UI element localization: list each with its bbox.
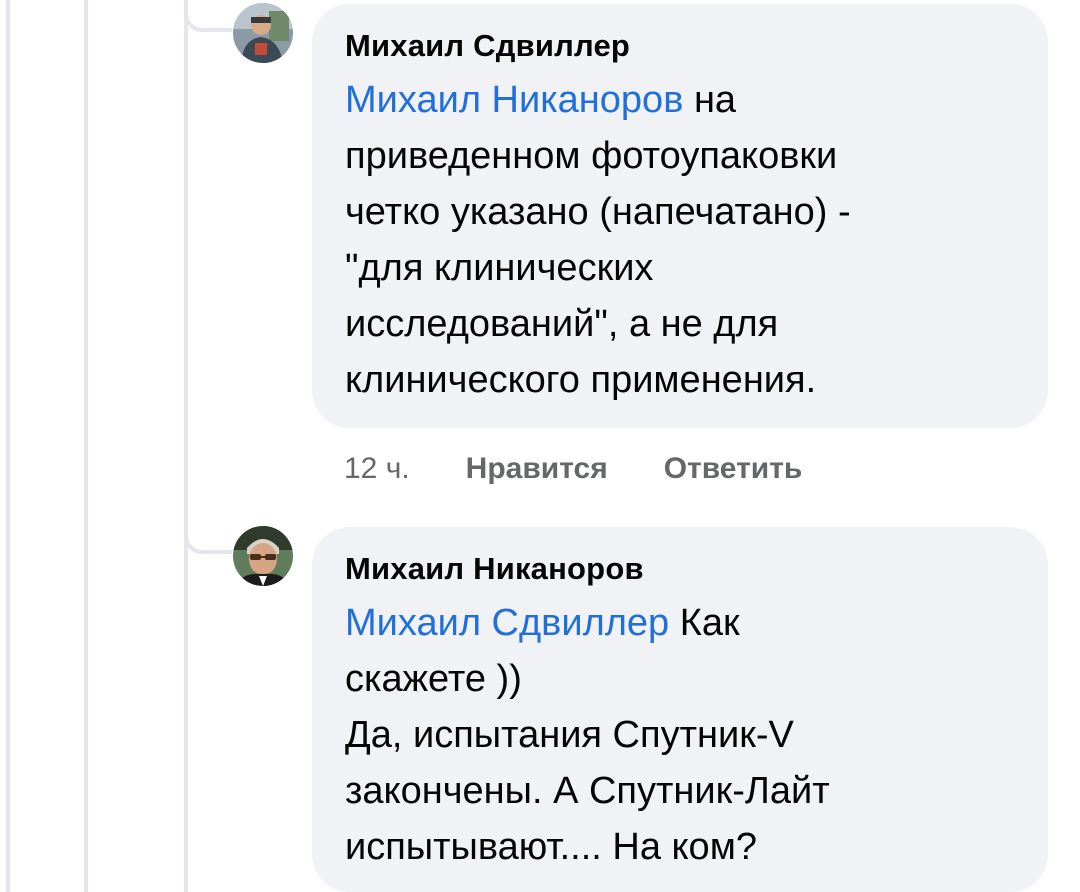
comment-author[interactable]: Михаил Никаноров xyxy=(345,549,1014,589)
thread-line xyxy=(6,0,10,892)
comment-bubble: Михаил Никаноров Михаил Сдвиллер Как ска… xyxy=(312,527,1048,892)
avatar-mikhail-nikanorov[interactable] xyxy=(233,526,293,586)
thread-connector xyxy=(184,0,232,32)
thread-line xyxy=(84,0,88,892)
comment-author[interactable]: Михаил Сдвиллер xyxy=(345,26,1014,66)
thread-connector xyxy=(184,522,232,554)
comment-bubble: Михаил Сдвиллер Михаил Никаноров на прив… xyxy=(312,4,1048,428)
comment-actions: 12 ч. Нравится Ответить xyxy=(344,446,802,492)
mention-link[interactable]: Михаил Никаноров xyxy=(345,79,683,121)
thread-line xyxy=(184,0,188,892)
like-button[interactable]: Нравится xyxy=(466,452,608,486)
comment-text: Михаил Никаноров на приведенном фотоупак… xyxy=(345,72,1014,408)
comment-timestamp[interactable]: 12 ч. xyxy=(344,452,410,486)
comment-text: Михаил Сдвиллер Как скажете )) Да, испыт… xyxy=(345,595,1014,875)
comment-thread: Михаил Сдвиллер Михаил Никаноров на прив… xyxy=(0,0,1080,892)
comment-body: на приведенном фотоупаковки четко указан… xyxy=(345,79,851,401)
mention-link[interactable]: Михаил Сдвиллер xyxy=(345,602,669,644)
reply-button[interactable]: Ответить xyxy=(664,452,803,486)
avatar-mikhail-sdviller[interactable] xyxy=(233,3,293,63)
